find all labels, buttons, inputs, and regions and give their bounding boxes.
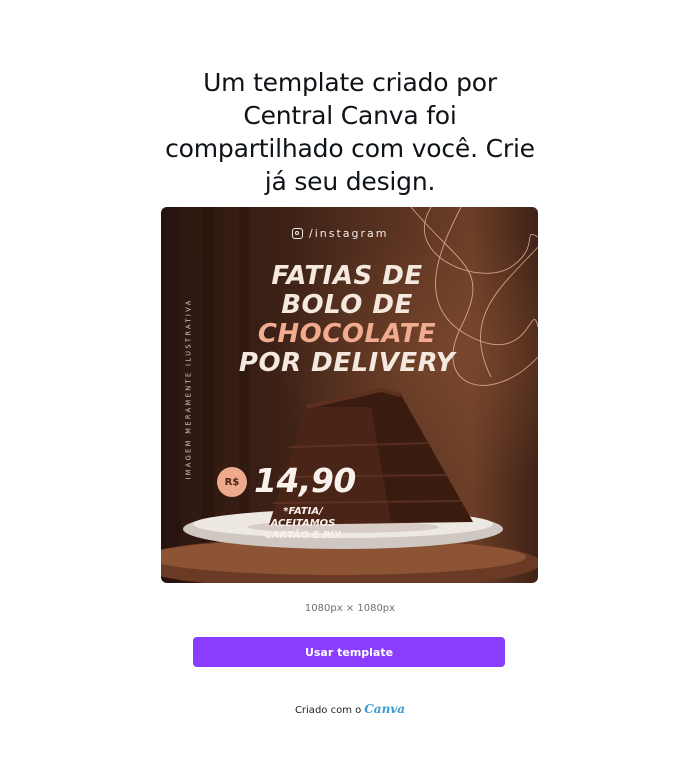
instagram-handle: /instagram (292, 225, 388, 241)
use-template-button[interactable]: Usar template (193, 637, 505, 667)
footer-credit: Criado com o Canva (0, 702, 700, 716)
instagram-label: /instagram (309, 226, 389, 240)
promo-title-line-3: CHOCOLATE (257, 319, 437, 349)
instagram-icon (292, 227, 303, 239)
promo-title: FATIAS DE BOLO DE CHOCOLATE POR DELIVERY (222, 262, 472, 378)
headline-line-2: Central Canva foi (243, 101, 457, 130)
disclaimer-vertical-text: IMAGEM MERAMENTE ILUSTRATIVA (183, 266, 195, 511)
share-headline: Um template criado por Central Canva foi… (150, 66, 550, 198)
price-note-line-3: CARTÃO E PIX (264, 530, 342, 541)
footer-prefix: Criado com o (294, 705, 362, 716)
headline-line-1: Um template criado por (203, 68, 497, 97)
price-note-line-2: ACEITAMOS (270, 518, 336, 529)
headline-line-3: compartilhado com você. Crie (165, 134, 535, 163)
price-note-line-1: *FATIA/ (283, 506, 323, 517)
promo-title-line-4: POR DELIVERY (238, 348, 456, 378)
dimensions-label: 1080px × 1080px (304, 603, 396, 614)
price-note: *FATIA/ ACEITAMOS CARTÃO E PIX (248, 506, 358, 542)
price-value: 14,90 (254, 461, 356, 500)
headline-line-4: já seu design. (264, 167, 436, 196)
disclaimer-text: IMAGEM MERAMENTE ILUSTRATIVA (185, 297, 194, 480)
promo-title-line-1: FATIAS DE (271, 261, 423, 291)
currency-badge: R$ (217, 467, 247, 497)
promo-title-line-2: BOLO DE (281, 290, 413, 320)
canva-logo[interactable]: Canva (364, 702, 405, 716)
